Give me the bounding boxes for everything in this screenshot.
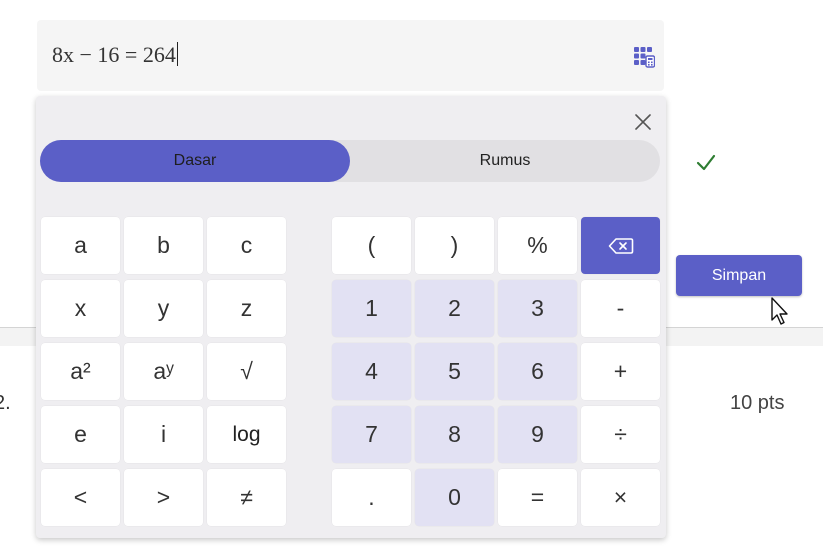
backspace-button[interactable]: [581, 217, 660, 274]
equation-text: 8x − 16 = 264: [52, 42, 179, 68]
key-power[interactable]: aʸ: [124, 343, 203, 400]
key-percent[interactable]: %: [498, 217, 577, 274]
key-x[interactable]: x: [41, 280, 120, 337]
key-5[interactable]: 5: [415, 343, 494, 400]
key-greater-than[interactable]: >: [124, 469, 203, 526]
key-b[interactable]: b: [124, 217, 203, 274]
key-3[interactable]: 3: [498, 280, 577, 337]
key-equals[interactable]: =: [498, 469, 577, 526]
math-keyboard-panel: Dasar Rumus a b c x y z a² aʸ √ e i log …: [36, 96, 666, 538]
question-number: 2.: [0, 392, 11, 414]
key-sqrt[interactable]: √: [207, 343, 286, 400]
keyboard-tabs: Dasar Rumus: [40, 140, 660, 182]
key-e[interactable]: e: [41, 406, 120, 463]
backspace-icon: [608, 237, 633, 254]
key-divide[interactable]: ÷: [581, 406, 660, 463]
key-log[interactable]: log: [207, 406, 286, 463]
key-not-equal[interactable]: ≠: [207, 469, 286, 526]
key-c[interactable]: c: [207, 217, 286, 274]
tab-rumus[interactable]: Rumus: [350, 140, 660, 182]
key-a[interactable]: a: [41, 217, 120, 274]
key-6[interactable]: 6: [498, 343, 577, 400]
key-close-paren[interactable]: ): [415, 217, 494, 274]
key-0[interactable]: 0: [415, 469, 494, 526]
text-caret: [176, 42, 179, 66]
save-button[interactable]: Simpan: [676, 255, 802, 296]
answer-input[interactable]: 8x − 16 = 264: [37, 20, 664, 91]
key-square[interactable]: a²: [41, 343, 120, 400]
key-8[interactable]: 8: [415, 406, 494, 463]
key-i[interactable]: i: [124, 406, 203, 463]
checkmark-icon: [696, 154, 716, 171]
key-less-than[interactable]: <: [41, 469, 120, 526]
key-z[interactable]: z: [207, 280, 286, 337]
key-7[interactable]: 7: [332, 406, 411, 463]
points-label: 10 pts: [730, 392, 785, 414]
key-minus[interactable]: -: [581, 280, 660, 337]
key-multiply[interactable]: ×: [581, 469, 660, 526]
key-y[interactable]: y: [124, 280, 203, 337]
grid-math-icon[interactable]: [633, 46, 655, 68]
key-open-paren[interactable]: (: [332, 217, 411, 274]
key-2[interactable]: 2: [415, 280, 494, 337]
close-icon[interactable]: [633, 112, 653, 132]
key-4[interactable]: 4: [332, 343, 411, 400]
key-plus[interactable]: +: [581, 343, 660, 400]
key-1[interactable]: 1: [332, 280, 411, 337]
tab-dasar[interactable]: Dasar: [40, 140, 350, 182]
key-9[interactable]: 9: [498, 406, 577, 463]
mouse-pointer-icon: [771, 297, 788, 325]
key-decimal[interactable]: .: [332, 469, 411, 526]
